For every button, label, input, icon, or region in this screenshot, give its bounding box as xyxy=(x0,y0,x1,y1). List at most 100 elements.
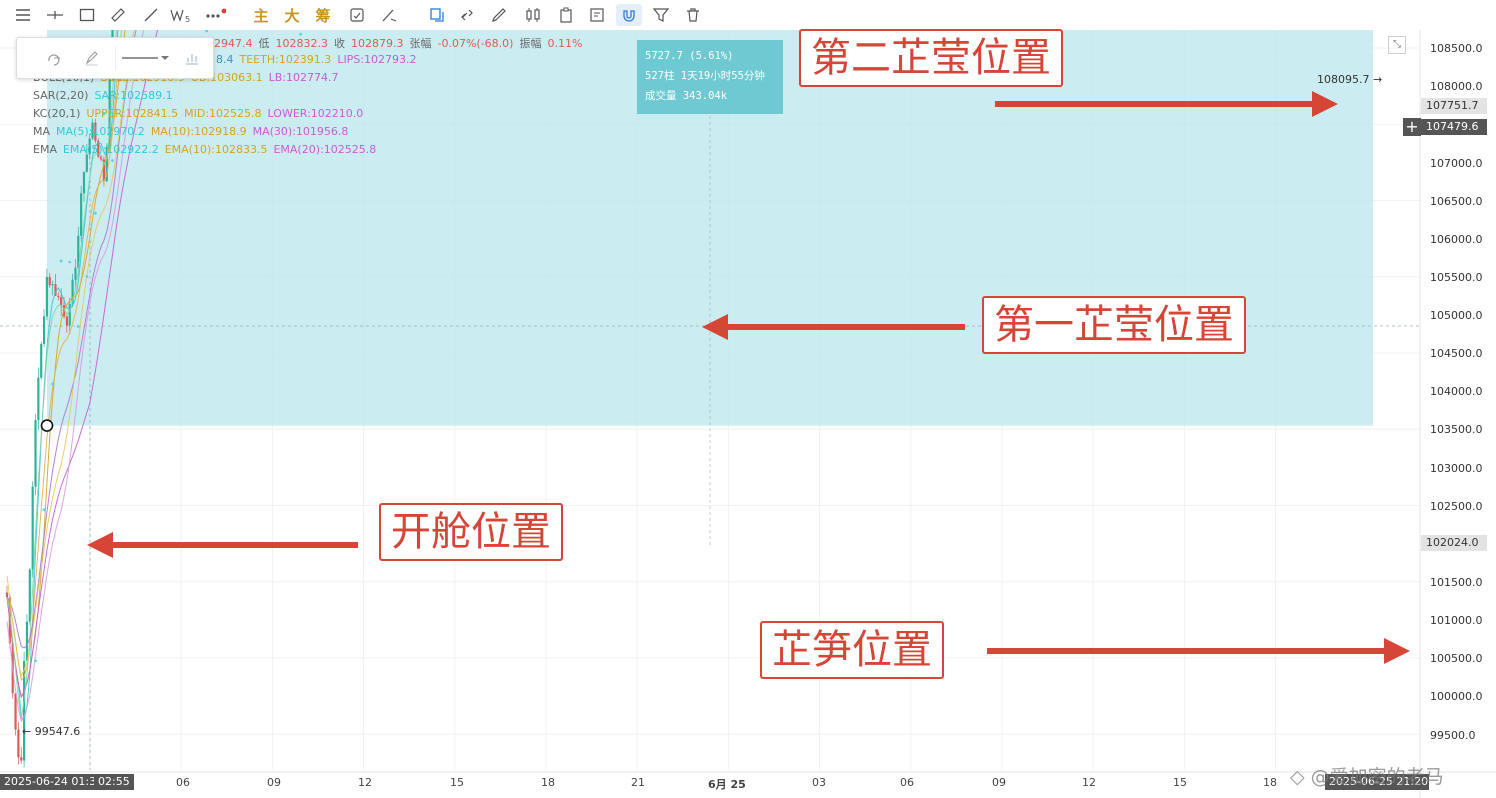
price-tick: 104000.0 xyxy=(1430,385,1483,398)
candlestick-icon[interactable] xyxy=(522,4,544,26)
arrow-to-entry-head xyxy=(87,532,113,558)
candle-body xyxy=(80,193,83,236)
menu-icon[interactable] xyxy=(12,4,34,26)
legend-ma30: MA(30):101956.8 xyxy=(252,125,349,138)
drawing-style-icon[interactable] xyxy=(43,46,65,70)
legend-ma: MA MA(5):102970.2 MA(10):102918.9 MA(30):10… xyxy=(33,125,354,138)
price-tick: 99500.0 xyxy=(1430,729,1476,742)
rectangle-tool-icon[interactable] xyxy=(76,4,98,26)
time-tick: 15 xyxy=(450,776,464,789)
annotation-second-peak: 第二芷莹位置 xyxy=(799,29,1063,87)
candle-body xyxy=(60,297,63,306)
price-tick: 106500.0 xyxy=(1430,195,1483,208)
wave-tool-icon[interactable]: 5 xyxy=(170,4,192,26)
erase-icon[interactable] xyxy=(379,4,401,26)
legend-kc-name: KC(20,1) xyxy=(33,107,81,120)
candle-body xyxy=(74,267,77,280)
clipboard-icon[interactable] xyxy=(555,4,577,26)
time-tick: 06 xyxy=(900,776,914,789)
price-tick: 108500.0 xyxy=(1430,42,1483,55)
time-tick: 06 xyxy=(176,776,190,789)
chart-settings-icon[interactable] xyxy=(181,46,203,70)
candle-body xyxy=(42,316,46,344)
arrow-to-low xyxy=(987,638,1410,664)
price-tag-range-top: 107751.7 xyxy=(1421,98,1487,114)
copy-icon[interactable] xyxy=(426,4,448,26)
legend-ema: EMA EMA(5):102922.2 EMA(10):102833.5 EMA(20… xyxy=(33,143,382,156)
sar-dot xyxy=(59,259,63,263)
horizontal-line-tool-icon[interactable] xyxy=(44,4,66,26)
legend-ma5: MA(5):102970.2 xyxy=(56,125,145,138)
sar-dot xyxy=(76,325,80,328)
line-style-dropdown[interactable] xyxy=(115,46,172,70)
legend-sar-value: SAR:102589.1 xyxy=(94,89,173,102)
legend-change: -0.07%(-68.0) xyxy=(437,37,514,50)
candle-body xyxy=(37,377,40,421)
time-tick: 21 xyxy=(631,776,645,789)
fullscreen-icon[interactable]: ⤡ xyxy=(1388,36,1406,54)
arrow-to-low-head xyxy=(1384,638,1410,664)
sar-dot xyxy=(34,659,37,663)
candle-body xyxy=(48,276,51,286)
legend-ema20: EMA(20):102525.8 xyxy=(273,143,377,156)
price-tag-entry: 102024.0 xyxy=(1421,535,1487,551)
candle-body xyxy=(51,284,54,286)
trash-icon[interactable] xyxy=(682,4,704,26)
time-tick: 18 xyxy=(1263,776,1277,789)
candle-body xyxy=(82,171,86,194)
main-force-button[interactable]: 主 xyxy=(250,4,272,26)
candle-body xyxy=(40,343,43,378)
legend-boll-lb: LB:102774.7 xyxy=(268,71,339,84)
legend-amp: 0.11% xyxy=(547,37,583,50)
candle-body xyxy=(31,486,34,570)
more-tools-icon[interactable] xyxy=(204,4,226,26)
sar-dot xyxy=(85,275,89,278)
price-tick: 108000.0 xyxy=(1430,80,1483,93)
watermark-text: @爱加密的老马 xyxy=(1310,766,1444,788)
legend-low: 102832.3 xyxy=(275,37,329,50)
ruler-tool-icon[interactable] xyxy=(107,4,129,26)
legend-ohlc: 102947.4 低 102832.3 收 102879.3 张幅 -0.07%(-68.0… xyxy=(200,35,588,51)
time-tick: 12 xyxy=(358,776,372,789)
price-tick: 101000.0 xyxy=(1430,614,1483,627)
svg-text:5: 5 xyxy=(185,15,190,23)
legend-close: 102879.3 xyxy=(351,37,404,50)
tooltip-change: 5727.7 (5.61%) xyxy=(645,50,734,62)
pen-color-icon[interactable] xyxy=(81,46,103,70)
edit-note-icon[interactable] xyxy=(586,4,608,26)
add-alert-icon[interactable]: + xyxy=(1403,118,1421,136)
large-order-button[interactable]: 大 xyxy=(281,4,303,26)
time-tag-cursor: 02:55 xyxy=(94,774,134,790)
chip-button[interactable]: 筹 xyxy=(312,4,334,26)
candle-body xyxy=(45,276,49,317)
legend-lips: LIPS:102793.2 xyxy=(337,53,417,66)
link-icon[interactable] xyxy=(456,4,478,26)
trend-line-tool-icon[interactable] xyxy=(140,4,162,26)
candle-body xyxy=(85,154,88,172)
candle-body xyxy=(57,295,60,298)
annotation-first-peak: 第一芷莹位置 xyxy=(982,296,1246,354)
price-tick: 100000.0 xyxy=(1430,690,1483,703)
brush-icon[interactable] xyxy=(489,4,511,26)
legend-sar: SAR(2,20) SAR:102589.1 xyxy=(33,89,179,102)
filter-icon[interactable] xyxy=(650,4,672,26)
candle-body xyxy=(65,316,68,326)
sar-dot xyxy=(93,211,97,215)
high-price-marker: 108095.7 → xyxy=(1317,73,1383,86)
time-tick-date: 6月 25 xyxy=(708,778,746,791)
legend-jaw: 8.4 xyxy=(216,53,234,66)
legend-ema10: EMA(10):102833.5 xyxy=(164,143,268,156)
legend-alligator: 8.4 TEETH:102391.3 LIPS:102793.2 xyxy=(216,53,423,66)
time-tick: 18 xyxy=(541,776,555,789)
price-tick: 105000.0 xyxy=(1430,309,1483,322)
sync-icon[interactable] xyxy=(346,4,368,26)
price-tick: 101500.0 xyxy=(1430,576,1483,589)
sar-dot xyxy=(68,260,72,264)
magnet-icon[interactable] xyxy=(616,4,642,26)
legend-change-label: 张幅 xyxy=(409,37,432,50)
top-toolbar: 5 主 大 筹 xyxy=(0,0,1496,30)
drawing-toolbar xyxy=(16,37,214,79)
sar-dot xyxy=(51,382,55,386)
legend-sar-name: SAR(2,20) xyxy=(33,89,89,102)
legend-ema-name: EMA xyxy=(33,143,57,156)
